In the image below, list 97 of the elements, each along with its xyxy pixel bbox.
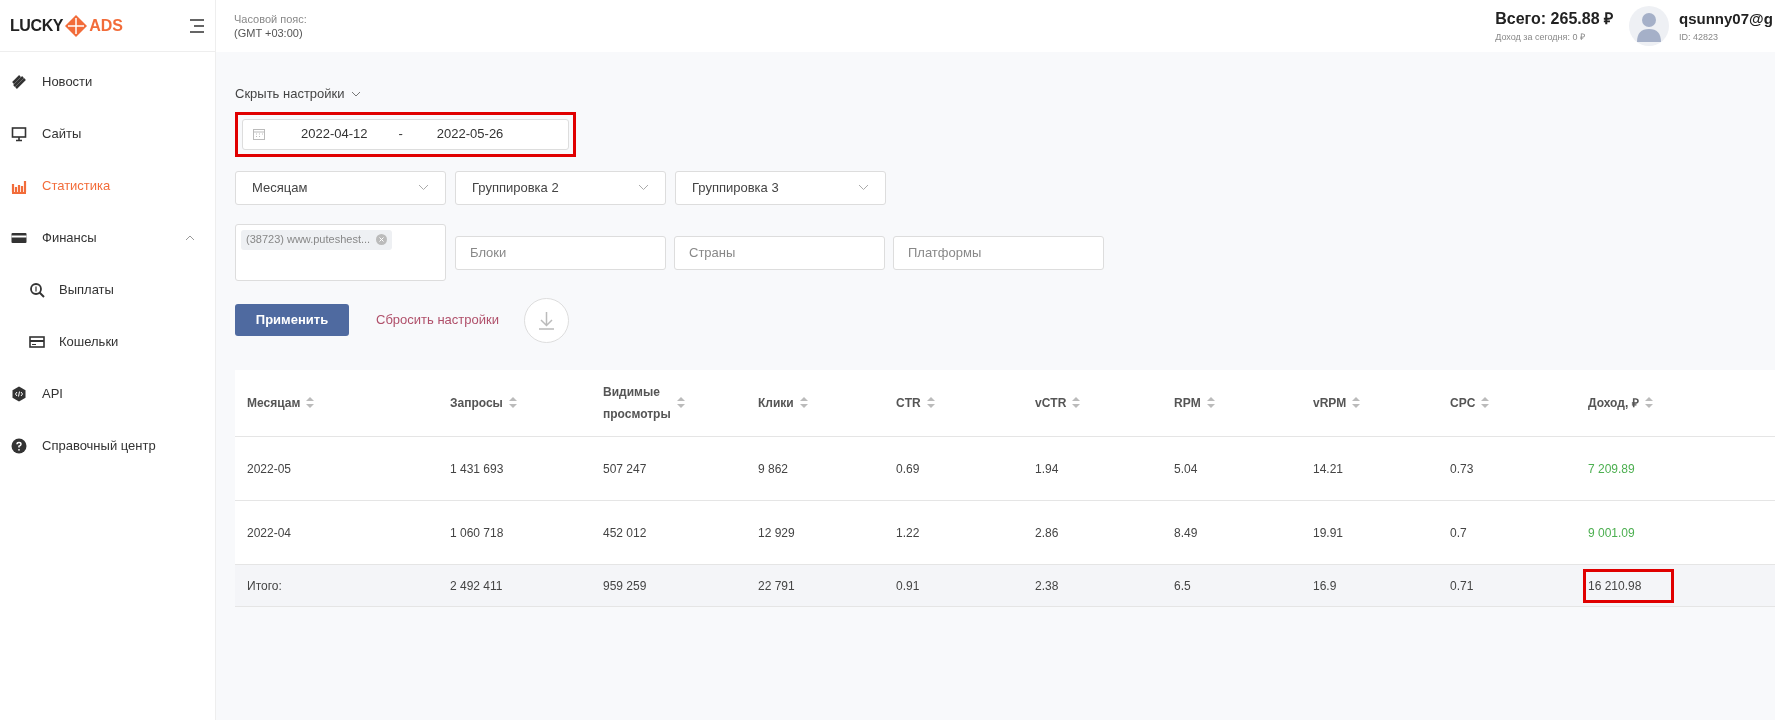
sidebar-item[interactable]: Справочный центр [0,420,215,472]
table-cell: 452 012 [591,500,746,565]
balance-total: Всего: 265.88 ₽ [1495,9,1613,30]
logo-text: ADS [89,15,123,36]
date-from: 2022-04-12 [301,125,368,144]
filter-field[interactable]: Платформы [893,235,1104,270]
table-cell: 16 210.98 [1583,568,1675,603]
sort-icon [676,397,685,409]
table-cell: 7 209.89 [1576,436,1775,501]
table-cell: 6.5 [1162,564,1301,607]
column-header[interactable]: Доход, ₽ [1588,393,1775,412]
sidebar-item[interactable]: Финансы [0,212,215,264]
logo-text: LUCKY [10,15,64,36]
date-separator: - [398,125,403,144]
column-header[interactable]: vCTR [1035,393,1162,412]
table-cell: 2.86 [1023,500,1162,565]
filter-field[interactable]: Блоки [455,235,666,270]
table-cell: 19.91 [1301,500,1438,565]
timezone-value: (GMT +03:00) [234,26,304,40]
table-cell: 2 492 411 [438,564,591,607]
sort-icon [1072,397,1081,409]
chevron-down-icon [638,184,649,191]
sort-icon [926,397,935,409]
magnifier-icon [29,282,45,298]
remove-icon[interactable] [376,234,388,245]
table-cell: 16.9 [1301,564,1438,607]
table-cell: 0.71 [1438,564,1576,607]
sidebar-item[interactable]: Кошельки [0,316,215,368]
sort-icon [508,397,517,409]
help-icon [11,438,27,454]
apply-button[interactable]: Применить [235,304,349,336]
date-to: 2022-05-26 [436,125,504,144]
table-cell: 0.69 [884,436,1023,501]
timezone-label: Часовой пояс: [234,12,307,26]
table-cell: 0.7 [1438,500,1576,565]
sidebar-item[interactable]: Новости [0,56,215,108]
filter-field[interactable]: Страны [674,235,885,270]
hide-settings-toggle[interactable]: Скрыть настройки [235,84,361,104]
sort-icon [1644,397,1653,409]
hexagon-code-icon [11,386,27,402]
table-cell: 1.94 [1023,436,1162,501]
table-cell: 22 791 [746,564,884,607]
table-cell: 0.91 [884,564,1023,607]
bar-chart-icon [11,178,27,194]
table-cell: 5.04 [1162,436,1301,501]
date-range-field[interactable]: 2022-04-12 - 2022-05-26 [242,118,569,150]
site-tag: (38723) www.puteshest... [241,229,393,250]
grouping-select[interactable]: Группировка 2 [455,170,666,205]
today-income: Доход за сегодня: 0 ₽ [1495,31,1586,45]
user-id: ID: 42823 [1679,30,1720,44]
grouping-select[interactable]: Месяцам [235,170,446,205]
sidebar-item[interactable]: Сайты [0,108,215,160]
table-cell: 2.38 [1023,564,1162,607]
table-cell: 8.49 [1162,500,1301,565]
table-cell: 9 862 [746,436,884,501]
column-header[interactable]: CPC [1450,393,1576,412]
table-cell: 1 060 718 [438,500,591,565]
chevron-down-icon [350,90,361,97]
column-header[interactable]: CTR [896,393,1023,412]
table-cell: 0.73 [1438,436,1576,501]
table-cell: 507 247 [591,436,746,501]
column-header[interactable]: RPM [1174,393,1301,412]
column-header[interactable]: Видимые просмотры [603,380,746,425]
table-cell: 2022-05 [235,436,438,501]
table-cell: 12 929 [746,500,884,565]
sidebar-item[interactable]: API [0,368,215,420]
sort-icon [1481,397,1490,409]
user-email: qsunny07@g [1679,9,1774,29]
diamond-logo-icon [65,14,88,37]
table-cell: 9 001.09 [1576,500,1775,565]
grouping-select[interactable]: Группировка 3 [675,170,886,205]
table-cell: 1 431 693 [438,436,591,501]
column-header[interactable]: Запросы [450,393,591,412]
column-header[interactable]: vRPM [1313,393,1438,412]
sidebar-item[interactable]: Выплаты [0,264,215,316]
chevron-icon [185,234,195,242]
sort-icon [306,397,315,409]
table-cell: 2022-04 [235,500,438,565]
sort-icon [1206,397,1215,409]
table-cell: 1.22 [884,500,1023,565]
sort-icon [1352,397,1361,409]
table-cell: 14.21 [1301,436,1438,501]
table-cell: Итого: [235,564,438,607]
user-avatar-icon[interactable] [1629,6,1669,46]
menu-icon[interactable] [189,18,205,33]
chevron-down-icon [418,184,429,191]
monitor-icon [11,126,27,142]
reset-settings-link[interactable]: Сбросить настройки [376,310,499,330]
chevron-down-icon [858,184,869,191]
sort-icon [799,397,808,409]
calendar-icon [253,128,265,140]
credit-card-icon [11,230,27,246]
card-icon [29,334,45,350]
column-header[interactable]: Месяцам [247,393,438,412]
column-header[interactable]: Клики [758,393,884,412]
table-cell: 959 259 [591,564,746,607]
download-icon[interactable] [523,297,569,343]
